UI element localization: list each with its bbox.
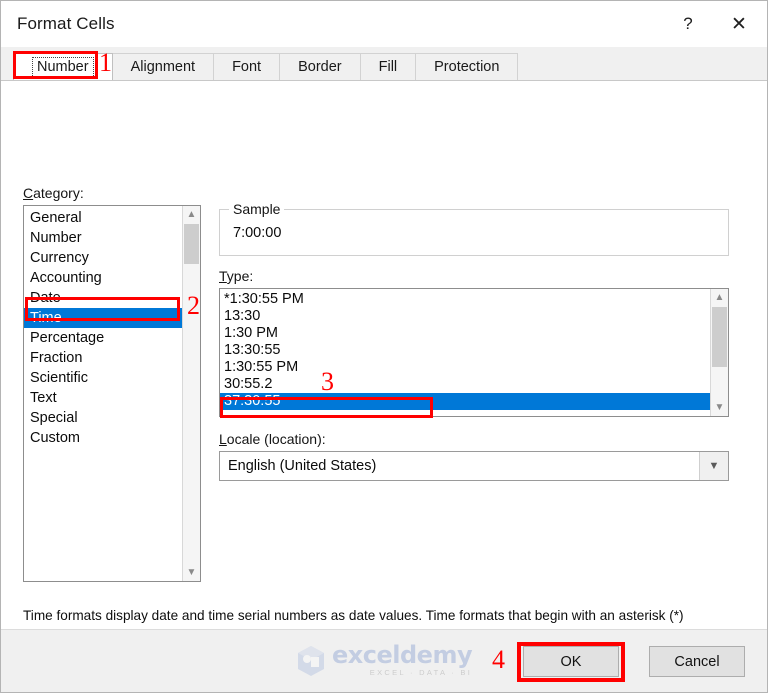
sample-group <box>219 209 729 256</box>
category-item-currency[interactable]: Currency <box>24 248 182 268</box>
locale-label-rest: ocale (location): <box>226 431 326 447</box>
dialog-title: Format Cells <box>17 14 115 33</box>
title-bar: Format Cells ? ✕ <box>1 1 767 47</box>
type-scrollbar[interactable]: ▲ ▼ <box>710 289 728 416</box>
tab-border[interactable]: Border <box>279 53 361 80</box>
category-item-accounting[interactable]: Accounting <box>24 268 182 288</box>
tab-alignment[interactable]: Alignment <box>111 53 215 80</box>
watermark-name: exceldemy <box>332 641 473 669</box>
type-label-rest: ype: <box>226 268 254 284</box>
type-item-5[interactable]: 30:55.2 <box>220 376 710 393</box>
type-item-4[interactable]: 1:30:55 PM <box>220 359 710 376</box>
category-item-fraction[interactable]: Fraction <box>24 348 182 368</box>
tab-number-label: Number <box>32 57 94 78</box>
exceldemy-logo-icon <box>298 645 324 676</box>
format-cells-dialog: Format Cells ? ✕ Number Alignment Font B… <box>0 0 768 693</box>
close-icon[interactable]: ✕ <box>711 1 767 47</box>
exceldemy-watermark: exceldemy EXCEL · DATA · BI <box>296 641 473 677</box>
type-item-1[interactable]: 13:30 <box>220 308 710 325</box>
chevron-up-icon[interactable]: ▲ <box>183 206 200 223</box>
category-items: General Number Currency Accounting Date … <box>24 206 182 581</box>
sample-value: 7:00:00 <box>233 225 282 241</box>
category-item-percentage[interactable]: Percentage <box>24 328 182 348</box>
category-item-custom[interactable]: Custom <box>24 428 182 448</box>
tab-fill[interactable]: Fill <box>359 53 417 80</box>
category-item-date[interactable]: Date <box>24 288 182 308</box>
type-item-6[interactable]: 37:30:55 <box>220 393 710 410</box>
category-item-number[interactable]: Number <box>24 228 182 248</box>
type-listbox[interactable]: *1:30:55 PM 13:30 1:30 PM 13:30:55 1:30:… <box>219 288 729 417</box>
number-tab-panel: Category: General Number Currency Accoun… <box>1 80 767 663</box>
watermark-text: exceldemy EXCEL · DATA · BI <box>332 641 473 677</box>
category-item-general[interactable]: General <box>24 208 182 228</box>
type-items: *1:30:55 PM 13:30 1:30 PM 13:30:55 1:30:… <box>220 289 710 416</box>
chevron-down-icon[interactable]: ▼ <box>711 399 728 416</box>
type-item-3[interactable]: 13:30:55 <box>220 342 710 359</box>
chevron-up-icon[interactable]: ▲ <box>711 289 728 306</box>
type-scroll-thumb[interactable] <box>712 307 727 367</box>
dialog-footer: exceldemy EXCEL · DATA · BI 4 OK Cancel <box>1 629 767 692</box>
locale-value: English (United States) <box>228 458 377 474</box>
help-icon[interactable]: ? <box>665 1 711 47</box>
watermark-tagline: EXCEL · DATA · BI <box>369 668 473 677</box>
category-item-time[interactable]: Time <box>24 308 182 328</box>
cancel-button[interactable]: Cancel <box>649 646 745 677</box>
category-item-special[interactable]: Special <box>24 408 182 428</box>
ok-button[interactable]: OK <box>523 646 619 677</box>
tab-font[interactable]: Font <box>213 53 281 80</box>
category-label-rest: ategory: <box>33 185 84 201</box>
locale-combobox[interactable]: English (United States) ▼ <box>219 451 729 481</box>
type-label: Type: <box>219 268 254 284</box>
tab-number[interactable]: Number <box>13 53 113 80</box>
title-bar-buttons: ? ✕ <box>665 1 767 47</box>
sample-legend: Sample <box>229 201 285 217</box>
category-listbox[interactable]: General Number Currency Accounting Date … <box>23 205 201 582</box>
category-scroll-thumb[interactable] <box>184 224 199 264</box>
category-item-text[interactable]: Text <box>24 388 182 408</box>
type-item-2[interactable]: 1:30 PM <box>220 325 710 342</box>
category-item-scientific[interactable]: Scientific <box>24 368 182 388</box>
type-item-0[interactable]: *1:30:55 PM <box>220 291 710 308</box>
annotation-label-step-4: 4 <box>492 645 505 674</box>
chevron-down-icon[interactable]: ▼ <box>699 452 728 480</box>
locale-label: Locale (location): <box>219 431 326 447</box>
category-scrollbar[interactable]: ▲ ▼ <box>182 206 200 581</box>
category-label: Category: <box>23 185 84 201</box>
chevron-down-icon[interactable]: ▼ <box>183 564 200 581</box>
tab-protection[interactable]: Protection <box>415 53 519 80</box>
tab-strip: Number Alignment Font Border Fill Protec… <box>1 47 767 80</box>
